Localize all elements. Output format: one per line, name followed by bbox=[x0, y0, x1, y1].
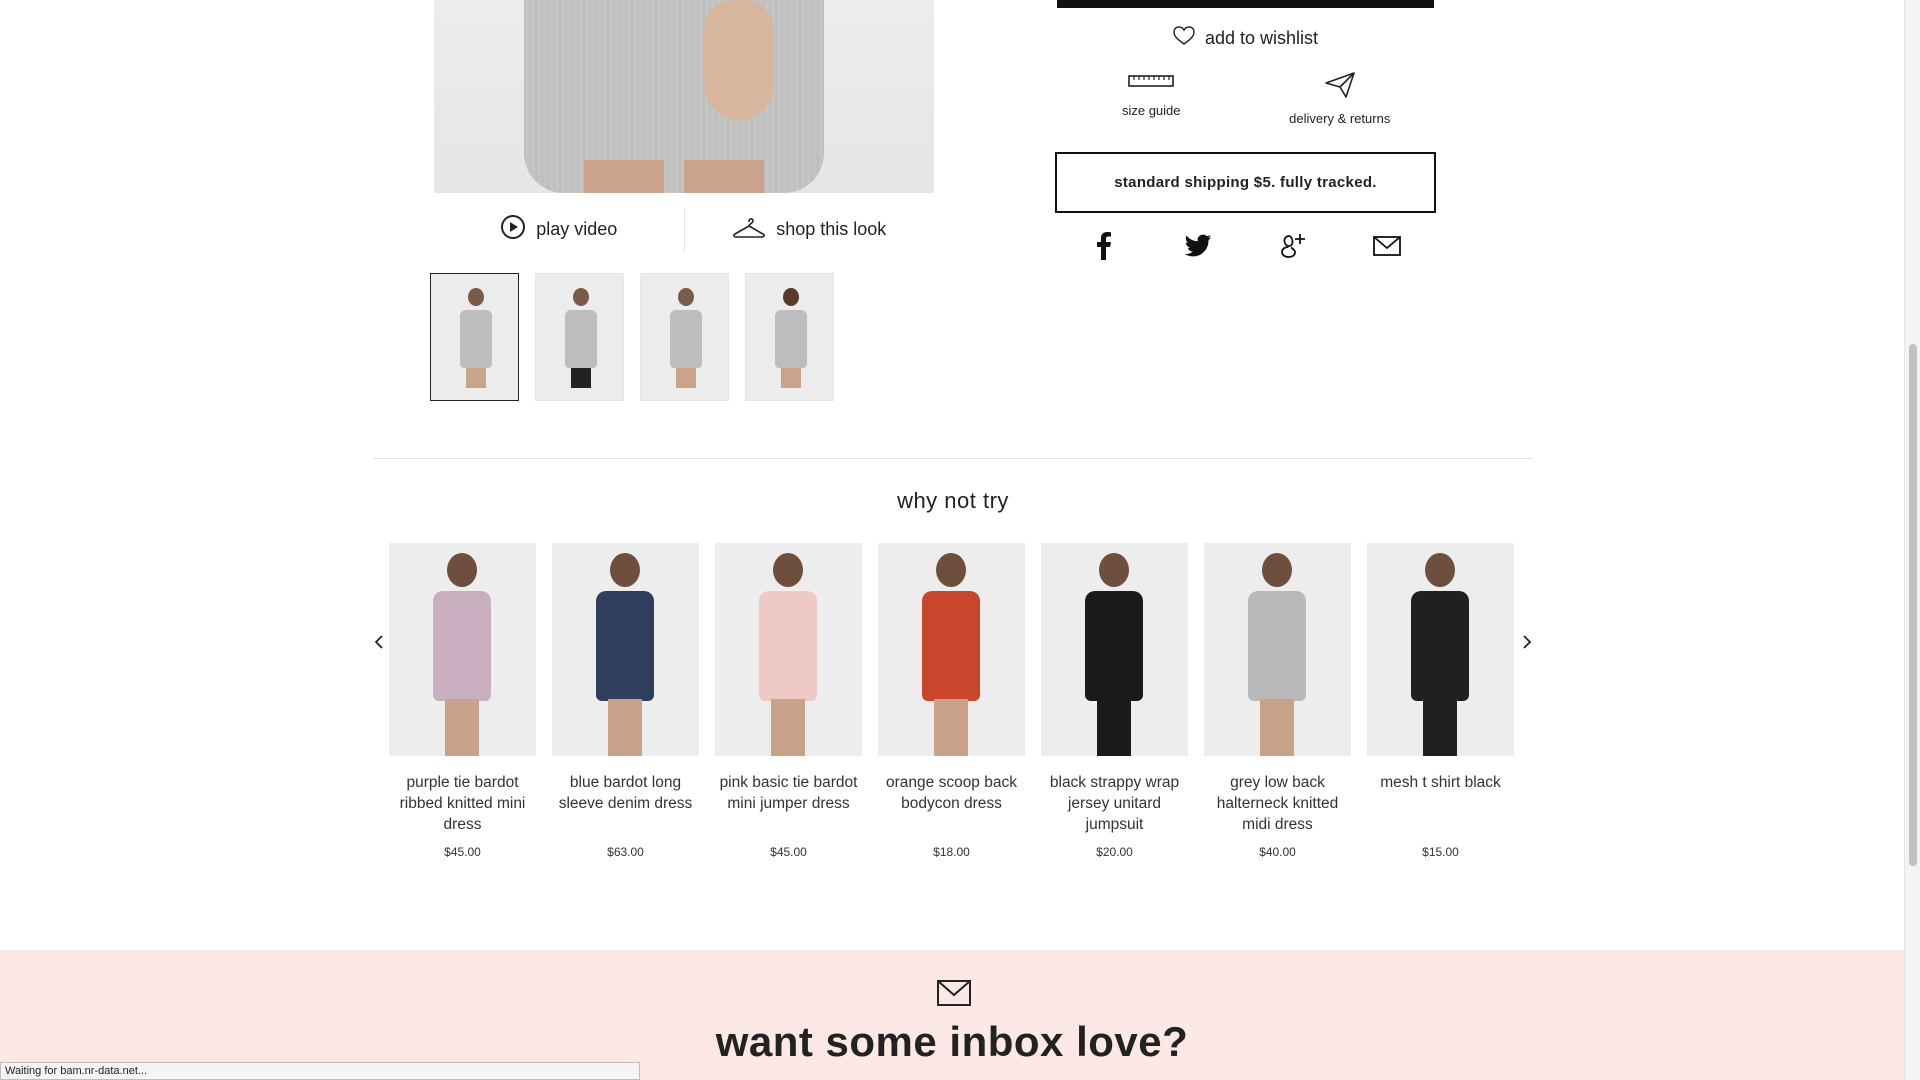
thumbnail[interactable] bbox=[430, 273, 519, 401]
product-price: $63.00 bbox=[607, 845, 644, 859]
size-guide-link[interactable]: size guide bbox=[1057, 72, 1246, 126]
product-name: pink basic tie bardot mini jumper dress bbox=[719, 774, 858, 812]
leg-graphic bbox=[584, 160, 664, 193]
twitter-share-button[interactable] bbox=[1178, 232, 1218, 264]
model-graphic bbox=[669, 288, 703, 388]
paper-plane-icon bbox=[1324, 72, 1356, 101]
thumbnail-strip bbox=[430, 273, 834, 401]
product-image bbox=[715, 543, 862, 756]
hand-graphic bbox=[704, 0, 774, 120]
thumbnail[interactable] bbox=[745, 273, 834, 401]
play-circle-icon bbox=[500, 214, 526, 245]
product-price: $20.00 bbox=[1096, 845, 1133, 859]
product-image bbox=[552, 543, 699, 756]
product-card[interactable]: orange scoop back bodycon dress $18.00 bbox=[878, 543, 1025, 859]
product-name: orange scoop back bodycon dress bbox=[886, 774, 1017, 812]
product-image bbox=[389, 543, 536, 756]
product-price: $40.00 bbox=[1259, 845, 1296, 859]
status-text: Waiting for bam.nr-data.net... bbox=[5, 1065, 148, 1077]
product-price: $45.00 bbox=[770, 845, 807, 859]
product-carousel: purple tie bardot ribbed knitted mini dr… bbox=[389, 543, 1514, 859]
model-graphic bbox=[564, 288, 598, 388]
page-scrollbar[interactable] bbox=[1904, 0, 1920, 1080]
product-image bbox=[1041, 543, 1188, 756]
carousel-next-button[interactable] bbox=[1517, 632, 1537, 656]
product-image bbox=[1367, 543, 1514, 756]
play-video-button[interactable]: play video bbox=[434, 205, 684, 253]
heart-icon bbox=[1173, 25, 1195, 51]
email-icon bbox=[1372, 235, 1401, 261]
product-price: $18.00 bbox=[933, 845, 970, 859]
chevron-right-icon bbox=[1522, 634, 1532, 654]
thumbnail[interactable] bbox=[535, 273, 624, 401]
product-name: grey low back halterneck knitted midi dr… bbox=[1216, 774, 1339, 833]
ruler-icon bbox=[1128, 72, 1175, 93]
carousel-prev-button[interactable] bbox=[369, 632, 389, 656]
shipping-banner: standard shipping $5. fully tracked. bbox=[1055, 152, 1436, 213]
add-to-bag-button[interactable] bbox=[1057, 0, 1434, 8]
chevron-left-icon bbox=[374, 634, 384, 654]
delivery-returns-label: delivery & returns bbox=[1289, 111, 1391, 126]
delivery-returns-link[interactable]: delivery & returns bbox=[1246, 72, 1435, 126]
facebook-icon bbox=[1096, 231, 1112, 265]
product-card[interactable]: blue bardot long sleeve denim dress $63.… bbox=[552, 543, 699, 859]
newsletter-headline: want some inbox love? bbox=[715, 1018, 1189, 1065]
shop-this-look-label: shop this look bbox=[776, 218, 887, 239]
product-name: black strappy wrap jersey unitard jumpsu… bbox=[1049, 774, 1180, 833]
main-product-image[interactable] bbox=[434, 0, 934, 193]
model-graphic bbox=[774, 288, 808, 388]
product-price: $45.00 bbox=[444, 845, 481, 859]
twitter-icon bbox=[1184, 234, 1212, 263]
product-card[interactable]: purple tie bardot ribbed knitted mini dr… bbox=[389, 543, 536, 859]
model-graphic bbox=[459, 288, 493, 388]
wishlist-label: add to wishlist bbox=[1204, 27, 1319, 48]
product-card[interactable]: pink basic tie bardot mini jumper dress … bbox=[715, 543, 862, 859]
play-video-label: play video bbox=[536, 218, 618, 239]
newsletter-section: want some inbox love? bbox=[0, 950, 1904, 1080]
product-image bbox=[1204, 543, 1351, 756]
scrollbar-thumb[interactable] bbox=[1909, 344, 1917, 866]
media-actions: play video shop this look bbox=[434, 205, 934, 253]
product-card[interactable]: mesh t shirt black $15.00 bbox=[1367, 543, 1514, 859]
shop-this-look-button[interactable]: shop this look bbox=[685, 205, 935, 253]
envelope-icon bbox=[937, 980, 971, 1011]
section-divider bbox=[374, 458, 1532, 459]
add-to-wishlist-button[interactable]: add to wishlist bbox=[1057, 24, 1434, 52]
dress-graphic bbox=[524, 0, 824, 193]
share-buttons bbox=[1057, 231, 1434, 265]
facebook-share-button[interactable] bbox=[1084, 231, 1124, 265]
shipping-text: standard shipping $5. fully tracked. bbox=[1114, 174, 1377, 191]
product-card[interactable]: grey low back halterneck knitted midi dr… bbox=[1204, 543, 1351, 859]
why-not-try-title: why not try bbox=[897, 488, 1009, 513]
product-image bbox=[878, 543, 1025, 756]
size-guide-label: size guide bbox=[1121, 103, 1181, 118]
email-share-button[interactable] bbox=[1367, 232, 1407, 264]
google-plus-icon bbox=[1278, 232, 1308, 265]
hanger-icon bbox=[732, 216, 766, 243]
product-name: mesh t shirt black bbox=[1380, 774, 1501, 791]
product-name: blue bardot long sleeve denim dress bbox=[558, 774, 693, 812]
product-card[interactable]: black strappy wrap jersey unitard jumpsu… bbox=[1041, 543, 1188, 859]
product-name: purple tie bardot ribbed knitted mini dr… bbox=[399, 774, 526, 833]
info-links: size guide delivery & returns bbox=[1057, 72, 1434, 126]
google-plus-share-button[interactable] bbox=[1273, 232, 1313, 264]
thumbnail[interactable] bbox=[640, 273, 729, 401]
leg-graphic bbox=[684, 160, 764, 193]
product-price: $15.00 bbox=[1422, 845, 1459, 859]
browser-status-bar: Waiting for bam.nr-data.net... bbox=[0, 1062, 640, 1080]
product-page: play video shop this look add to wishlis… bbox=[0, 0, 1904, 1080]
